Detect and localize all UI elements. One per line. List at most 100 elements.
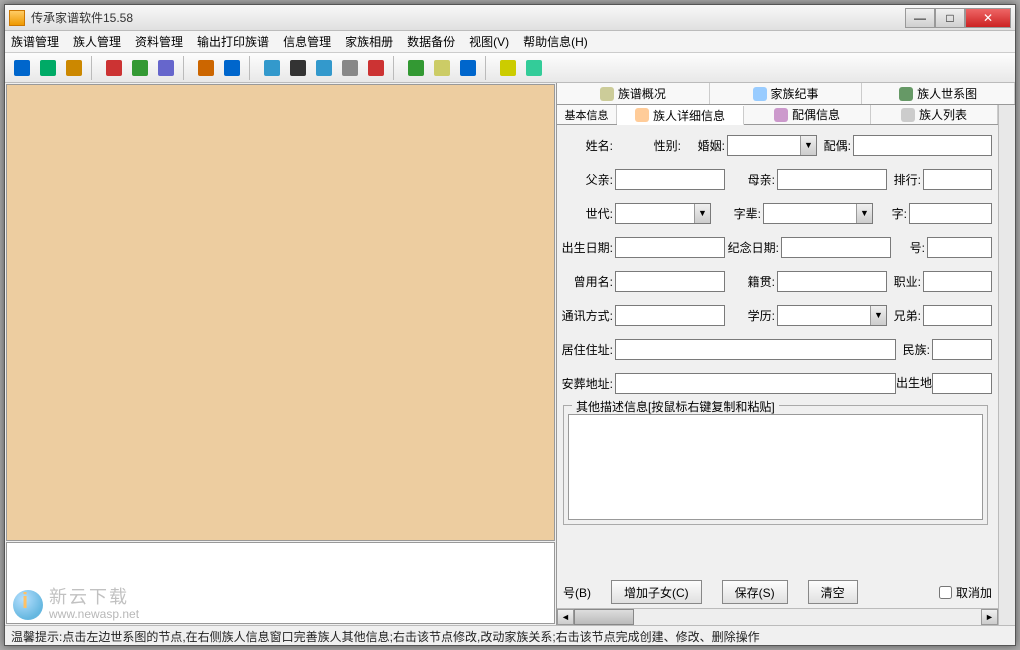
label-memdate: 纪念日期: — [725, 239, 781, 256]
label-edu: 学历: — [725, 307, 777, 324]
close-button[interactable]: ✕ — [965, 8, 1011, 28]
label-generation: 世代: — [559, 205, 615, 222]
clear-button[interactable]: 清空 — [808, 580, 858, 604]
watermark-icon — [13, 590, 43, 620]
zibei-select[interactable] — [763, 203, 873, 224]
folder-icon[interactable] — [430, 56, 454, 80]
label-spouse: 配偶: — [817, 137, 853, 154]
birthplace-input[interactable] — [932, 373, 992, 394]
book-icon[interactable] — [10, 56, 34, 80]
v-scrollbar[interactable] — [998, 105, 1015, 625]
description-textarea[interactable] — [568, 414, 983, 520]
label-birthdate: 出生日期: — [559, 239, 615, 256]
font-a-icon[interactable] — [456, 56, 480, 80]
mother-input[interactable] — [777, 169, 887, 190]
tab-配偶信息[interactable]: 配偶信息 — [744, 105, 871, 124]
hao-input[interactable] — [927, 237, 992, 258]
label-rank: 排行: — [887, 171, 923, 188]
menu-item[interactable]: 族谱管理 — [11, 33, 59, 50]
menu-item[interactable]: 信息管理 — [283, 33, 331, 50]
description-group: 其他描述信息[按鼠标右键复制和粘贴] — [563, 405, 988, 525]
generation-select[interactable] — [615, 203, 711, 224]
tab-prefix: 基本信息 — [557, 105, 617, 124]
father-input[interactable] — [615, 169, 725, 190]
label-father: 父亲: — [559, 171, 615, 188]
layers-icon[interactable] — [312, 56, 336, 80]
user-del-icon[interactable] — [128, 56, 152, 80]
scroll-right-icon[interactable]: ► — [981, 609, 998, 625]
btn-hao[interactable]: 号(B) — [563, 584, 591, 601]
spouse-input[interactable] — [853, 135, 992, 156]
menu-item[interactable]: 家族相册 — [345, 33, 393, 50]
label-zibei: 字辈: — [711, 205, 763, 222]
user-edit-icon[interactable] — [154, 56, 178, 80]
scroll-left-icon[interactable]: ◄ — [557, 609, 574, 625]
address-input[interactable] — [615, 339, 896, 360]
h-scrollbar[interactable]: ◄ ► — [557, 608, 998, 625]
memdate-input[interactable] — [781, 237, 891, 258]
export-icon[interactable] — [62, 56, 86, 80]
app-window: 传承家谱软件15.58 — □ ✕ 族谱管理族人管理资料管理输出打印族谱信息管理… — [4, 4, 1016, 646]
menu-item[interactable]: 输出打印族谱 — [197, 33, 269, 50]
diamond-icon — [753, 87, 767, 101]
workarea: 新云下载 www.newasp.net 族谱概况家族纪事族人世系图 基本信息族人… — [5, 83, 1015, 625]
menu-item[interactable]: 资料管理 — [135, 33, 183, 50]
menu-item[interactable]: 族人管理 — [73, 33, 121, 50]
copy-icon[interactable] — [260, 56, 284, 80]
person-form: 姓名: 性别: 婚姻: 配偶: 父亲: 母亲: 排行: — [557, 125, 998, 576]
label-mother: 母亲: — [725, 171, 777, 188]
label-job: 职业: — [887, 273, 923, 290]
birthdate-input[interactable] — [615, 237, 725, 258]
watermark: 新云下载 www.newasp.net — [13, 588, 139, 621]
tab-族谱概况[interactable]: 族谱概况 — [557, 83, 710, 104]
list-icon — [901, 108, 915, 122]
rank-input[interactable] — [923, 169, 992, 190]
app-icon — [9, 10, 25, 26]
nation-input[interactable] — [932, 339, 992, 360]
menu-item[interactable]: 视图(V) — [469, 33, 509, 50]
cancel-add-checkbox[interactable]: 取消加 — [939, 584, 992, 601]
label-origin: 籍贯: — [725, 273, 777, 290]
cancel-add-input[interactable] — [939, 586, 952, 599]
left-pane: 新云下载 www.newasp.net — [5, 83, 557, 625]
brother-input[interactable] — [923, 305, 992, 326]
label-name: 姓名: — [559, 137, 615, 154]
menu-item[interactable]: 数据备份 — [407, 33, 455, 50]
user-add-icon[interactable] — [102, 56, 126, 80]
add-child-button[interactable]: 增加子女(C) — [611, 580, 702, 604]
formername-input[interactable] — [615, 271, 725, 292]
scroll-thumb[interactable] — [574, 609, 634, 625]
titlebar[interactable]: 传承家谱软件15.58 — □ ✕ — [5, 5, 1015, 31]
ring-icon — [774, 108, 788, 122]
label-zi: 字: — [873, 205, 909, 222]
tab-族人列表[interactable]: 族人列表 — [871, 105, 998, 124]
tab-家族纪事[interactable]: 家族纪事 — [710, 83, 863, 104]
tree-canvas[interactable] — [6, 84, 555, 541]
tab-族人世系图[interactable]: 族人世系图 — [862, 83, 1015, 104]
label-hao: 号: — [891, 239, 927, 256]
job-input[interactable] — [923, 271, 992, 292]
find-icon[interactable] — [286, 56, 310, 80]
label-formername: 曾用名: — [559, 273, 615, 290]
menubar: 族谱管理族人管理资料管理输出打印族谱信息管理家族相册数据备份视图(V) 帮助信息(… — [5, 31, 1015, 53]
tab-族人详细信息[interactable]: 族人详细信息 — [617, 106, 744, 125]
zi-input[interactable] — [909, 203, 992, 224]
chat-icon[interactable] — [496, 56, 520, 80]
gear-icon[interactable] — [338, 56, 362, 80]
window-icon[interactable] — [522, 56, 546, 80]
contact-input[interactable] — [615, 305, 725, 326]
globe-icon[interactable] — [36, 56, 60, 80]
chart-icon[interactable] — [364, 56, 388, 80]
edu-select[interactable] — [777, 305, 887, 326]
tag-icon[interactable] — [404, 56, 428, 80]
burial-input[interactable] — [615, 373, 896, 394]
group-label: 其他描述信息[按鼠标右键复制和粘贴] — [572, 398, 779, 415]
menu-item[interactable]: 帮助信息(H) — [523, 33, 588, 50]
people-icon[interactable] — [220, 56, 244, 80]
maximize-button[interactable]: □ — [935, 8, 965, 28]
minimize-button[interactable]: — — [905, 8, 935, 28]
save-button[interactable]: 保存(S) — [722, 580, 788, 604]
group-icon[interactable] — [194, 56, 218, 80]
origin-input[interactable] — [777, 271, 887, 292]
marriage-select[interactable] — [727, 135, 817, 156]
